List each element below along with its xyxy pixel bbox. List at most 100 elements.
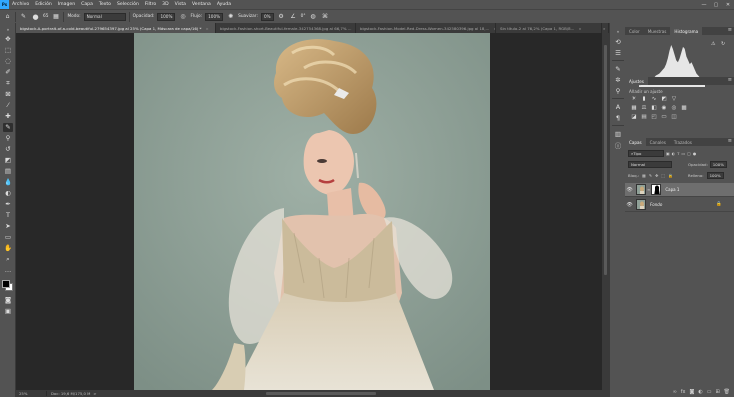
eye-icon[interactable]: 👁 — [625, 202, 634, 208]
brush-settings-icon[interactable]: ▦ — [51, 12, 60, 21]
color-lookup-icon[interactable]: ▩ — [679, 103, 689, 112]
new-adjustment-icon[interactable]: ◐ — [698, 389, 702, 395]
layer-thumbnail[interactable] — [636, 184, 646, 195]
delete-layer-icon[interactable]: 🗑 — [724, 389, 730, 395]
eraser-tool-icon[interactable]: ◩ — [3, 156, 13, 165]
dodge-tool-icon[interactable]: ◐ — [3, 189, 13, 198]
color-balance-icon[interactable]: ⚖ — [639, 103, 649, 112]
invert-icon[interactable]: ◪ — [629, 112, 639, 121]
properties-panel-icon[interactable]: ☰ — [613, 48, 623, 57]
blend-mode-select[interactable]: Normal — [628, 161, 672, 168]
new-layer-icon[interactable]: ⊞ — [715, 389, 719, 395]
blur-tool-icon[interactable]: 💧 — [3, 178, 13, 187]
filter-smart-object-icon[interactable]: ▢ — [687, 151, 691, 156]
histogram-refresh-icon[interactable]: ↻ — [721, 41, 725, 47]
tab-color[interactable]: Color — [625, 27, 644, 35]
clone-stamp-tool-icon[interactable]: ⚲ — [3, 134, 13, 143]
lock-artboard-icon[interactable]: ⬚ — [661, 173, 665, 178]
layer-thumbnail[interactable] — [636, 199, 646, 210]
filter-toggle-icon[interactable]: ● — [693, 151, 696, 156]
panel-menu-icon[interactable]: ≡ — [728, 27, 732, 33]
threshold-icon[interactable]: ◰ — [649, 112, 659, 121]
zoom-level[interactable]: 25% — [16, 391, 46, 396]
info-panel-icon[interactable]: ⓘ — [613, 140, 623, 150]
gradient-tool-icon[interactable]: ▤ — [3, 167, 13, 176]
horizontal-scrollbar-thumb[interactable] — [266, 392, 376, 395]
strip-collapse-icon[interactable]: « — [613, 27, 623, 36]
exposure-icon[interactable]: ◩ — [659, 94, 669, 103]
filter-shape-icon[interactable]: ▭ — [681, 151, 685, 156]
lasso-tool-icon[interactable]: ◌ — [3, 57, 13, 66]
photoshop-logo[interactable]: Ps — [0, 0, 9, 9]
scrollbar-thumb[interactable] — [604, 45, 607, 275]
quick-selection-tool-icon[interactable]: ✐ — [3, 68, 13, 77]
smoothing-gear-icon[interactable]: ⚙ — [277, 12, 286, 21]
brushes-panel-icon[interactable]: ✲ — [613, 75, 623, 84]
lock-pixels-icon[interactable]: ✎ — [649, 173, 652, 178]
filter-pixel-icon[interactable]: ▣ — [666, 151, 670, 156]
minimize-button[interactable]: — — [698, 0, 710, 9]
airbrush-icon[interactable]: ✺ — [226, 12, 235, 21]
menu-texto[interactable]: Texto — [96, 2, 114, 7]
menu-capa[interactable]: Capa — [78, 2, 96, 7]
brush-tool-icon[interactable]: ✎ — [3, 123, 13, 132]
brush-tool-preset-icon[interactable]: ✎ — [19, 12, 28, 21]
canvas-area[interactable] — [16, 33, 602, 390]
menu-ventana[interactable]: Ventana — [189, 2, 214, 7]
zoom-tool-icon[interactable]: ⌕ — [3, 255, 13, 264]
toolbar-collapse-icon[interactable]: » — [3, 25, 13, 34]
link-icon[interactable]: ∞ — [647, 187, 650, 192]
opacity-input[interactable]: 100% — [157, 12, 176, 21]
tab-layers[interactable]: Capas — [625, 138, 646, 146]
document-image[interactable] — [134, 33, 490, 390]
new-group-icon[interactable]: ▭ — [707, 389, 712, 395]
fill-input[interactable]: 100% — [706, 172, 724, 179]
lock-position-icon[interactable]: ✥ — [655, 173, 658, 178]
history-panel-icon[interactable]: ⟲ — [613, 37, 623, 46]
status-menu-icon[interactable]: > — [93, 391, 96, 396]
vertical-scrollbar[interactable] — [602, 33, 609, 390]
black-white-icon[interactable]: ◧ — [649, 103, 659, 112]
pressure-size-icon[interactable]: ◍ — [309, 12, 318, 21]
mode-select[interactable]: Normal — [83, 12, 126, 21]
panel-menu-icon[interactable]: ≡ — [728, 138, 732, 144]
lock-transparent-icon[interactable]: ▦ — [642, 173, 646, 178]
frame-tool-icon[interactable]: ⊠ — [3, 90, 13, 99]
paragraph-panel-icon[interactable]: ¶ — [613, 113, 623, 122]
curves-icon[interactable]: ∿ — [649, 94, 659, 103]
gradient-map-icon[interactable]: ▭ — [659, 112, 669, 121]
menu-edicion[interactable]: Edición — [32, 2, 55, 7]
tab-document-2[interactable]: bigstock-Fashion-short-Beautiful-female-… — [216, 23, 356, 33]
menu-imagen[interactable]: Imagen — [55, 2, 78, 7]
layer-opacity-input[interactable]: 100% — [709, 161, 727, 168]
layer-mask-thumbnail[interactable] — [651, 184, 662, 195]
tab-document-3[interactable]: bigstock-Fashion-Model-Red-Dress-Women-3… — [356, 23, 496, 33]
menu-vista[interactable]: Vista — [172, 2, 189, 7]
levels-icon[interactable]: ▮ — [639, 94, 649, 103]
close-window-button[interactable]: ✕ — [722, 0, 734, 9]
pen-tool-icon[interactable]: ✒ — [3, 200, 13, 209]
histogram-warning-icon[interactable]: ⚠ — [711, 41, 715, 47]
eyedropper-tool-icon[interactable]: ⁄ — [3, 101, 13, 110]
layer-style-icon[interactable]: fx — [681, 389, 686, 395]
libraries-panel-icon[interactable]: ▥ — [613, 129, 623, 138]
tab-histogram[interactable]: Histograma — [670, 27, 703, 35]
tab-adjustments[interactable]: Ajustes — [625, 77, 648, 85]
menu-ayuda[interactable]: Ayuda — [214, 2, 234, 7]
path-selection-tool-icon[interactable]: ➤ — [3, 222, 13, 231]
marquee-tool-icon[interactable]: ⬚ — [3, 46, 13, 55]
angle-icon[interactable]: ∠ — [289, 12, 298, 21]
tab-swatches[interactable]: Muestras — [644, 27, 671, 35]
filter-type-icon[interactable]: T — [677, 151, 679, 156]
healing-brush-tool-icon[interactable]: ✚ — [3, 112, 13, 121]
history-brush-tool-icon[interactable]: ↺ — [3, 145, 13, 154]
vibrance-icon[interactable]: ▽ — [669, 94, 679, 103]
smoothing-input[interactable]: 0% — [260, 12, 274, 21]
foreground-color-swatch[interactable] — [2, 280, 10, 288]
move-tool-icon[interactable]: ✥ — [3, 35, 13, 44]
type-tool-icon[interactable]: T — [3, 211, 13, 220]
layer-name[interactable]: Capa 1 — [665, 187, 679, 192]
menu-3d[interactable]: 3D — [159, 2, 171, 7]
selective-color-icon[interactable]: ◫ — [669, 112, 679, 121]
hue-saturation-icon[interactable]: ▦ — [629, 103, 639, 112]
